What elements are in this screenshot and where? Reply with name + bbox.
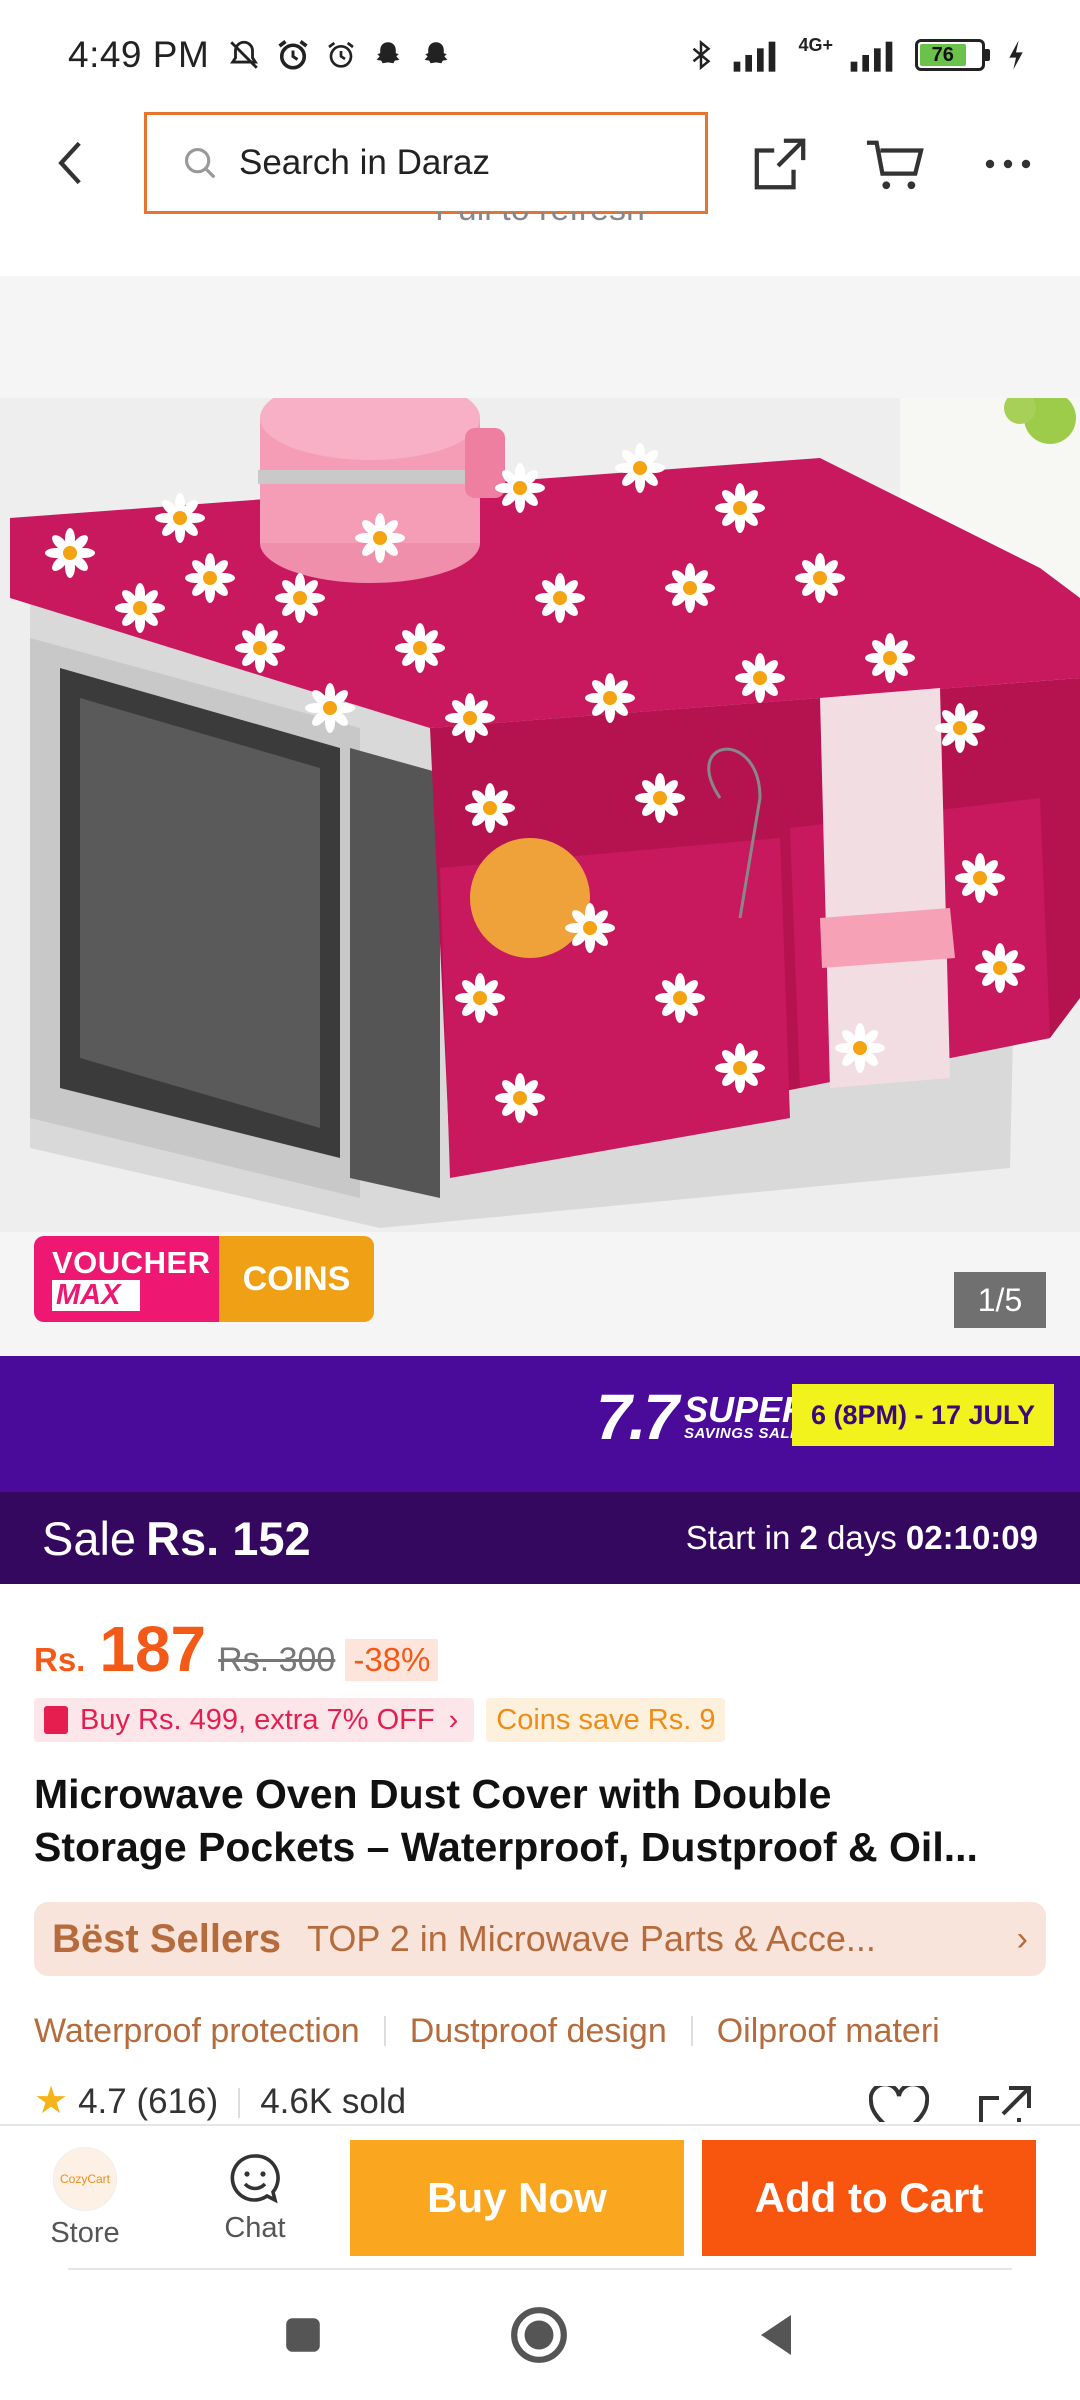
recent-apps-button[interactable] (268, 2300, 338, 2370)
rating-row[interactable]: ★ 4.7 (616) 4.6K sold (34, 2082, 1046, 2122)
feature-tag: Waterproof protection (34, 2011, 360, 2050)
system-nav-bar (0, 2270, 1080, 2400)
home-circle-icon (511, 2307, 567, 2363)
battery-icon: 76 (915, 39, 990, 71)
feature-tag: Oilproof materi (716, 2011, 940, 2050)
coins-promo[interactable]: Coins save Rs. 9 (486, 1698, 726, 1742)
bluetooth-icon (693, 39, 711, 71)
pull-to-refresh-hint: Pull to refresh (0, 212, 1080, 276)
sale-label: Sale (42, 1511, 137, 1565)
status-notification-icons (227, 37, 453, 73)
chat-button[interactable]: Chat (200, 2126, 310, 2270)
more-icon (985, 159, 1031, 169)
bottom-action-bar: CozyCart Store Chat Buy Now Add to Cart (0, 2124, 1080, 2270)
signal-icon (850, 41, 893, 72)
cart-icon (866, 140, 924, 190)
signal-icon (734, 41, 776, 72)
voucher-max-label: VOUCHER MAX (34, 1236, 219, 1322)
more-options-button[interactable] (976, 132, 1040, 196)
product-title: Microwave Oven Dust Cover with Double St… (34, 1771, 978, 1870)
add-to-cart-button[interactable]: Add to Cart (702, 2140, 1036, 2256)
chevron-left-icon (58, 141, 81, 185)
battery-level: 76 (920, 44, 966, 66)
promo-row: Buy Rs. 499, extra 7% OFF › Coins save R… (34, 1698, 726, 1742)
feature-tag: Dustproof design (409, 2011, 667, 2050)
discount-badge: -38% (345, 1639, 439, 1681)
search-input[interactable]: Search in Daraz (144, 112, 708, 214)
share-button[interactable] (748, 132, 812, 196)
alarm-icon (278, 40, 308, 70)
snapchat-icon (376, 42, 400, 64)
cart-button[interactable] (862, 132, 926, 196)
current-price: 187 (99, 1613, 207, 1685)
share-icon[interactable] (974, 2082, 1036, 2122)
sale-price: Rs. 152 (146, 1511, 311, 1565)
search-placeholder: Search in Daraz (239, 143, 490, 182)
network-type: 4G+ (798, 34, 833, 55)
campaign-date-range: 6 (8PM) - 17 JULY (792, 1384, 1054, 1446)
original-price: Rs. 300 (218, 1641, 336, 1679)
rating-score: 4.7 (78, 2082, 127, 2121)
best-sellers-label: Bëst Sellers (52, 1916, 282, 1961)
back-triangle-icon (761, 2315, 791, 2355)
product-photo (0, 398, 1080, 1232)
search-icon (184, 147, 216, 179)
voucher-max-coins-badge[interactable]: VOUCHER MAX COINS (34, 1236, 374, 1322)
buy-now-button[interactable]: Buy Now (350, 2140, 684, 2256)
charging-icon (1009, 40, 1023, 70)
bundle-promo[interactable]: Buy Rs. 499, extra 7% OFF › (34, 1698, 475, 1742)
best-sellers-banner[interactable]: Bëst Sellers TOP 2 in Microwave Parts & … (34, 1902, 1046, 1976)
star-icon: ★ (34, 2082, 69, 2122)
back-nav-button[interactable] (740, 2300, 810, 2370)
status-time: 4:49 PM (68, 34, 210, 75)
flash-sale-bar[interactable]: Sale Rs. 152 Start in 2 days 02:10:09 (0, 1492, 1080, 1584)
back-button[interactable] (36, 128, 106, 198)
store-button[interactable]: CozyCart Store (30, 2126, 140, 2270)
campaign-logo: 7.7 SUPER SAVINGS SALE (596, 1381, 808, 1453)
chat-icon (230, 2153, 280, 2203)
chevron-right-icon: › (1016, 1919, 1028, 1958)
gallery-top-spacer (0, 276, 1080, 398)
status-bar: 4:49 PM 4G+ 76 (0, 0, 1080, 110)
promo-tag-icon (44, 1706, 68, 1734)
status-system-icons: 4G+ 76 (686, 34, 1026, 73)
snapchat-icon (424, 42, 448, 64)
coins-label: COINS (219, 1236, 374, 1322)
share-icon (754, 138, 806, 190)
sold-count: 4.6K sold (260, 2082, 407, 2121)
mute-bell-icon (230, 40, 259, 69)
campaign-banner[interactable]: 7.7 SUPER SAVINGS SALE 6 (8PM) - 17 JULY (0, 1356, 1080, 1492)
image-counter: 1/5 (954, 1272, 1046, 1328)
square-icon (286, 2318, 320, 2352)
rating-count: (616) (136, 2082, 219, 2121)
alarm-icon (328, 41, 355, 68)
feature-tags: Waterproof protection Dustproof design O… (34, 2006, 1080, 2056)
top-header: Search in Daraz (0, 110, 1080, 216)
product-image[interactable] (0, 398, 1080, 1232)
price-currency: Rs. (34, 1641, 86, 1678)
wishlist-heart-icon[interactable] (869, 2086, 929, 2122)
chevron-right-icon: › (448, 1703, 459, 1736)
sale-countdown: Start in 2 days 02:10:09 (685, 1519, 1038, 1556)
store-logo: CozyCart (53, 2146, 117, 2211)
best-sellers-rank: TOP 2 in Microwave Parts & Acce... (307, 1918, 876, 1959)
price-row: Rs. 187 Rs. 300 -38% (34, 1612, 439, 1686)
home-button[interactable] (504, 2300, 574, 2370)
